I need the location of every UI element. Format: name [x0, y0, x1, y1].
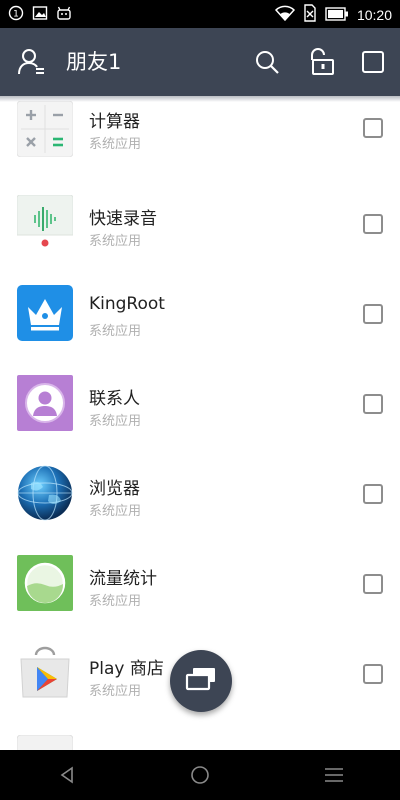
user-menu-icon[interactable]: [16, 46, 48, 78]
list-item[interactable]: 浏览器 系统应用: [0, 448, 400, 538]
contacts-icon: [17, 375, 73, 431]
back-icon[interactable]: [55, 763, 79, 787]
app-category: 系统应用: [89, 137, 142, 152]
search-icon[interactable]: [251, 46, 283, 78]
app-checkbox[interactable]: [363, 484, 383, 504]
app-name: KingRoot: [89, 294, 165, 314]
app-category: 系统应用: [89, 684, 142, 699]
image-icon: [32, 5, 48, 25]
app-checkbox[interactable]: [363, 214, 383, 234]
switch-windows-button[interactable]: [170, 650, 232, 712]
app-checkbox[interactable]: [363, 394, 383, 414]
notification-1-icon: 1: [8, 5, 24, 25]
calculator-icon: [16, 100, 74, 158]
list-item[interactable]: 快速录音 系统应用: [0, 178, 400, 268]
app-name: 流量统计: [89, 569, 157, 589]
app-checkbox[interactable]: [363, 304, 383, 324]
app-name: 快速录音: [89, 209, 157, 229]
recents-icon[interactable]: [322, 763, 346, 787]
app-checkbox[interactable]: [363, 574, 383, 594]
app-name: 联系人: [89, 389, 140, 409]
status-left-icons: 1: [8, 5, 72, 25]
app-category: 系统应用: [89, 594, 142, 609]
unlock-icon[interactable]: [305, 46, 337, 78]
app-bar-shadow: [0, 96, 400, 102]
navigation-bar: [0, 750, 400, 800]
battery-icon: [325, 6, 349, 25]
recorder-icon: [16, 194, 74, 252]
page-title: 朋友1: [66, 50, 122, 74]
home-icon[interactable]: [188, 763, 212, 787]
app-name: 浏览器: [89, 479, 140, 499]
data-usage-icon: [17, 555, 73, 611]
android-icon: [56, 5, 72, 25]
app-name: Play 商店: [89, 659, 164, 679]
app-checkbox[interactable]: [363, 118, 383, 138]
wifi-icon: [274, 4, 295, 26]
app-category: 系统应用: [89, 324, 142, 339]
status-time: 10:20: [356, 7, 392, 23]
status-right-icons: 10:20: [274, 4, 392, 26]
app-category: 系统应用: [89, 234, 142, 249]
calendar-icon: [16, 734, 74, 750]
list-item[interactable]: 日历: [0, 718, 400, 750]
app-category: 系统应用: [89, 504, 142, 519]
list-item[interactable]: 流量统计 系统应用: [0, 538, 400, 628]
list-item[interactable]: 计算器 系统应用: [0, 96, 400, 178]
no-sim-icon: [303, 4, 317, 26]
app-checkbox[interactable]: [363, 664, 383, 684]
list-item[interactable]: KingRoot 系统应用: [0, 268, 400, 358]
status-bar: 1 10:20: [0, 0, 400, 28]
select-all-checkbox-icon[interactable]: [357, 46, 389, 78]
list-item[interactable]: 联系人 系统应用: [0, 358, 400, 448]
app-name: 计算器: [89, 112, 140, 132]
browser-globe-icon: [17, 465, 73, 521]
app-bar: 朋友1: [0, 28, 400, 96]
switch-windows-icon: [185, 666, 217, 696]
app-category: 系统应用: [89, 414, 142, 429]
play-store-icon: [17, 645, 73, 701]
svg-text:1: 1: [13, 10, 19, 20]
kingroot-crown-icon: [17, 285, 73, 341]
